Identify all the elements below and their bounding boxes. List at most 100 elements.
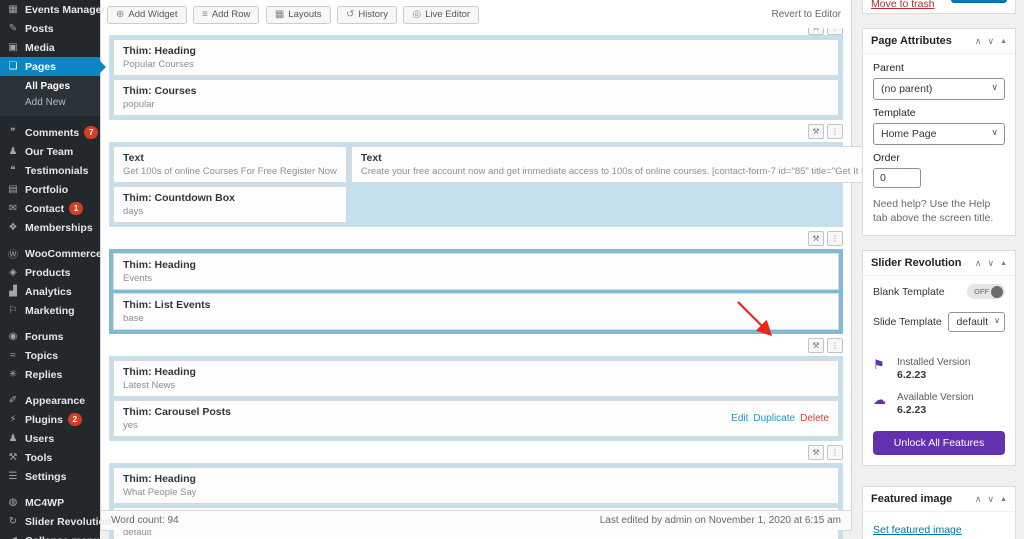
widget-title: Thim: List Events [123,298,211,311]
history-button[interactable]: ↺ History [337,5,397,24]
sidebar-item-topics[interactable]: ≈ Topics [0,346,100,365]
sidebar-item-forums[interactable]: ◉ Forums [0,327,100,346]
widget-thim-heading[interactable]: Thim: Heading Latest News [113,359,839,397]
pages-submenu: All Pages Add New [0,76,100,116]
panel-move-up-icon[interactable]: ∧ [975,36,982,47]
row-move-handle[interactable]: ⋮ [827,230,843,246]
sidebar-item-comments[interactable]: ❞ Comments 7 [0,123,100,142]
sidebar-item-replies[interactable]: ✳ Replies [0,365,100,384]
topics-icon: ≈ [10,350,16,361]
panel-move-down-icon[interactable]: ∨ [987,494,994,505]
parent-select[interactable]: (no parent) ∨ [873,78,1005,100]
panel-move-down-icon[interactable]: ∨ [987,258,994,269]
sidebar-item-appearance[interactable]: ✐ Appearance [0,391,100,410]
widget-text[interactable]: Text Create your free account now and ge… [350,145,897,183]
widget-title: Thim: Carousel Posts [123,405,231,418]
sidebar-item-add-new[interactable]: Add New [0,95,100,111]
widget-thim-countdown-box[interactable]: Thim: Countdown Box days [113,185,347,223]
calendar-icon: ▦ [8,4,18,15]
widget-thim-courses[interactable]: Thim: Courses popular [113,78,839,116]
widget-subtitle: popular [123,98,155,110]
add-row-button[interactable]: ≡ Add Row [192,5,260,24]
comments-count-badge: 7 [84,126,99,139]
move-to-trash-link[interactable]: Move to trash [871,0,935,10]
unlock-all-features-button[interactable]: Unlock All Features [873,431,1005,455]
sidebar-item-label: Memberships [25,221,93,234]
widget-text[interactable]: Text Get 100s of online Courses For Free… [113,145,347,183]
publish-box: Move to trash Update [862,0,1016,14]
add-widget-button[interactable]: ⊕ Add Widget [107,5,187,24]
widget-subtitle: Latest News [123,379,176,391]
slide-template-select[interactable]: default ∨ [948,312,1005,332]
update-button[interactable]: Update [951,0,1007,3]
widget-thim-carousel-posts[interactable]: Thim: Carousel Posts yes Edit Duplicate … [113,399,839,437]
sidebar-item-media[interactable]: ▣ Media [0,38,100,57]
sidebar-item-label: MC4WP [25,496,65,509]
sidebar-item-portfolio[interactable]: ▤ Portfolio [0,180,100,199]
featured-image-panel: Featured image ∧ ∨ ▲ Set featured image [862,486,1016,539]
panel-move-up-icon[interactable]: ∧ [975,494,982,505]
menu-separator [0,237,100,244]
sidebar-item-mc4wp[interactable]: ◍ MC4WP [0,493,100,512]
sidebar-item-settings[interactable]: ☰ Settings [0,467,100,486]
sidebar-item-our-team[interactable]: ♟ Our Team [0,142,100,161]
row-move-handle[interactable]: ⋮ [827,444,843,460]
order-input[interactable] [873,168,921,188]
sidebar-item-events-manager[interactable]: ▦ Events Manager [0,0,105,19]
sidebar-item-all-pages[interactable]: All Pages [0,79,100,95]
sidebar-item-analytics[interactable]: ▟ Analytics [0,282,100,301]
sidebar-item-label: Forums [25,330,64,343]
sidebar-item-pages[interactable]: ❏ Pages [0,57,106,76]
sidebar-item-users[interactable]: ♟ Users [0,429,100,448]
sidebar-item-label: Users [25,432,55,445]
sidebar-item-contact[interactable]: ✉ Contact 1 [0,199,100,218]
blank-template-toggle[interactable]: OFF [967,284,1005,299]
sidebar-item-label: Topics [25,349,59,362]
sidebar-item-posts[interactable]: ✎ Posts [0,19,100,38]
template-select[interactable]: Home Page ∨ [873,123,1005,145]
sidebar-item-memberships[interactable]: ❖ Memberships [0,218,100,237]
template-label: Template [873,107,916,119]
sidebar-item-marketing[interactable]: ⚐ Marketing [0,301,100,320]
row-wrench-button[interactable]: ⚒ [808,337,824,353]
sidebar-item-slider-revolution[interactable]: ↻ Slider Revolution [0,512,112,531]
row-wrench-button[interactable]: ⚒ [808,444,824,460]
builder-row-popular-courses: Thim: Heading Popular Courses Thim: Cour… [109,34,843,120]
slider-revolution-panel: Slider Revolution ∧ ∨ ▲ Blank Template O… [862,250,1016,466]
layouts-button[interactable]: ▦ Layouts [265,5,331,24]
sidebar-item-products[interactable]: ◈ Products [0,263,100,282]
widget-thim-heading[interactable]: Thim: Heading Popular Courses [113,38,839,76]
row-move-handle[interactable]: ⋮ [827,27,843,35]
megaphone-icon: ⚐ [8,305,18,316]
panel-toggle-icon[interactable]: ▲ [1000,496,1007,503]
sidebar-item-tools[interactable]: ⚒ Tools [0,448,100,467]
sidebar-item-plugins[interactable]: ⚡ Plugins 2 [0,410,100,429]
widget-thim-list-events[interactable]: Thim: List Events base [113,292,839,330]
widget-thim-heading[interactable]: Thim: Heading What People Say [113,466,839,504]
row-wrench-button[interactable]: ⚒ [808,230,824,246]
panel-toggle-icon[interactable]: ▲ [1000,38,1007,45]
row-move-handle[interactable]: ⋮ [827,337,843,353]
row-wrench-button[interactable]: ⚒ [808,123,824,139]
widget-edit-link[interactable]: Edit [731,413,748,424]
cloud-download-icon: ☁ ↓ [873,392,897,408]
widget-subtitle: days [123,205,144,217]
sidebar-item-woocommerce[interactable]: Ⓦ WooCommerce [0,244,102,263]
sidebar-item-label: Settings [25,470,67,483]
widget-thim-heading[interactable]: Thim: Heading Events [113,252,839,290]
widget-delete-link[interactable]: Delete [800,413,829,424]
revert-to-editor-link[interactable]: Revert to Editor [772,9,841,20]
row-controls: ⚒ ⋮ [109,27,843,35]
settings-icon: ☰ [8,471,18,482]
widget-duplicate-link[interactable]: Duplicate [753,413,795,424]
panel-move-up-icon[interactable]: ∧ [975,258,982,269]
panel-toggle-icon[interactable]: ▲ [1000,260,1007,267]
set-featured-image-link[interactable]: Set featured image [873,524,962,536]
sidebar-item-testimonials[interactable]: ❝ Testimonials [0,161,100,180]
row-move-handle[interactable]: ⋮ [827,123,843,139]
panel-move-down-icon[interactable]: ∨ [987,36,994,47]
live-editor-button[interactable]: ◎ Live Editor [403,5,480,24]
sidebar-item-collapse-menu[interactable]: ◀ Collapse menu [0,531,100,539]
row-wrench-button[interactable]: ⚒ [808,27,824,35]
